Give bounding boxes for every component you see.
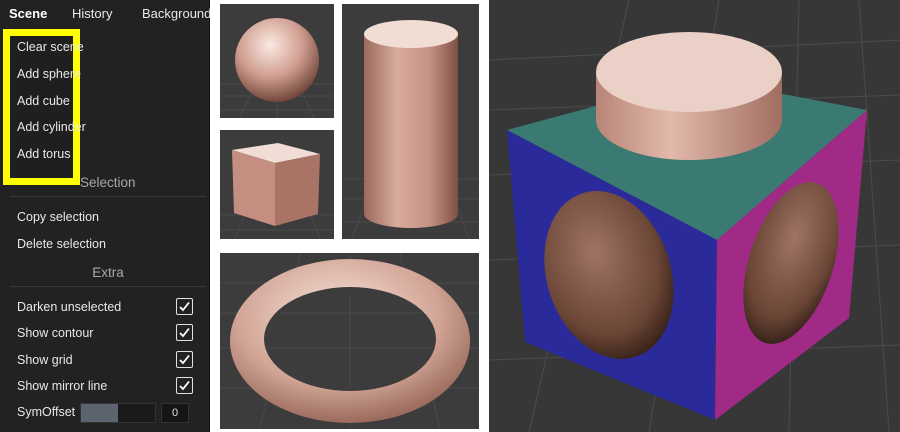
show-grid-label: Show grid [17,353,73,367]
checkmark-icon [179,301,190,312]
tab-history[interactable]: History [72,6,112,21]
scene-menu-highlight: Clear scene Add sphere Add cube Add cyli… [3,29,86,185]
extra-section-title: Extra [92,265,124,280]
show-contour-checkbox[interactable] [176,324,193,341]
sym-offset-value-input[interactable]: 0 [161,403,189,423]
scene-panel: Scene History Background Clear scene Add… [0,0,210,432]
show-mirror-line-checkbox[interactable] [176,377,193,394]
add-cube-button[interactable]: Add cube [17,94,70,108]
tab-background[interactable]: Background [142,6,210,21]
darken-unselected-option[interactable]: Darken unselected [17,298,193,318]
tab-scene[interactable]: Scene [9,6,47,21]
sym-offset-slider[interactable] [80,403,156,423]
show-contour-label: Show contour [17,326,94,340]
delete-selection-button[interactable]: Delete selection [17,237,106,251]
add-cylinder-button[interactable]: Add cylinder [17,120,86,134]
extra-divider [10,286,206,287]
panel-tabs: Scene History Background [0,0,210,28]
selection-title-text: Selection [80,175,136,190]
clear-scene-button[interactable]: Clear scene [17,40,84,54]
checkmark-icon [179,354,190,365]
selection-divider [10,196,206,197]
copy-selection-button[interactable]: Copy selection [17,210,99,224]
checkmark-icon [179,327,190,338]
3d-viewport[interactable] [489,0,900,432]
torus-preview [220,253,479,429]
sphere-preview [220,4,334,118]
cube-preview [220,130,334,239]
show-mirror-line-option[interactable]: Show mirror line [17,377,193,397]
show-grid-option[interactable]: Show grid [17,351,193,371]
show-grid-checkbox[interactable] [176,351,193,368]
sym-offset-slider-fill [81,404,118,422]
add-torus-button[interactable]: Add torus [17,147,71,161]
checkmark-icon [179,380,190,391]
add-sphere-button[interactable]: Add sphere [17,67,81,81]
show-contour-option[interactable]: Show contour [17,324,193,344]
sym-offset-label: SymOffset [17,405,76,419]
darken-unselected-label: Darken unselected [17,300,122,314]
cylinder-preview [342,4,479,239]
selection-section-title: Selection [80,175,206,190]
darken-unselected-checkbox[interactable] [176,298,193,315]
show-mirror-line-label: Show mirror line [17,379,108,393]
